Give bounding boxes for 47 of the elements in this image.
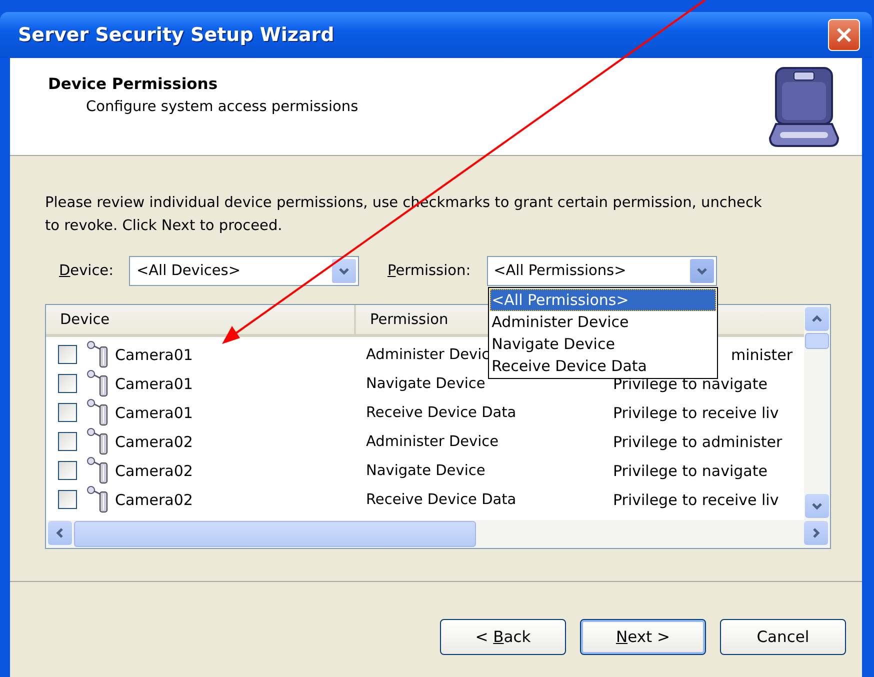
dropdown[interactable]: <All Devices> <box>129 256 360 286</box>
dropdown-option[interactable]: Navigate Device <box>490 333 716 355</box>
chevron-down-icon <box>338 266 350 276</box>
checkbox[interactable] <box>58 403 77 422</box>
description-cell: Privilege to administer <box>613 432 782 450</box>
wizard-button[interactable]: Cancel <box>720 618 846 654</box>
permission-cell-text: Navigate Device <box>365 462 486 478</box>
page-subtitle: Configure system access permissions <box>85 99 358 115</box>
scroll-thumb[interactable] <box>74 521 476 547</box>
permission-cell-text: Navigate Device <box>365 376 486 392</box>
permission-cell-text: Administer Device <box>365 434 500 450</box>
device-name: Camera02 <box>115 462 193 480</box>
filter-label: Permission: <box>387 263 471 279</box>
dropdown-option[interactable]: <All Permissions> <box>490 289 716 311</box>
device-name: Camera01 <box>115 404 193 422</box>
permission-cell-text: Receive Device Data <box>365 492 518 508</box>
checkbox[interactable] <box>58 374 77 393</box>
dropdown-option[interactable]: Receive Device Data <box>490 355 716 377</box>
description-cell: Privilege to navigate <box>613 462 768 480</box>
description-cell-text: minister <box>730 346 793 364</box>
vertical-scrollbar[interactable] <box>804 305 830 520</box>
device-name: Camera01 <box>115 374 193 392</box>
checkbox[interactable] <box>58 345 77 364</box>
page-title: Device Permissions <box>48 75 219 93</box>
dropdown-option[interactable]: Administer Device <box>490 311 716 333</box>
window-title: Server Security Setup Wizard <box>18 24 334 46</box>
scroll-thumb[interactable] <box>805 333 829 349</box>
device-name: Camera02 <box>115 432 193 450</box>
chevron-down-icon <box>696 266 708 276</box>
device-name: Camera02 <box>115 490 193 508</box>
checkbox[interactable] <box>58 461 77 480</box>
chevron-up-icon <box>811 315 823 323</box>
checkbox[interactable] <box>58 490 77 509</box>
close-button[interactable] <box>828 19 860 51</box>
filter-label: Device: <box>59 263 114 279</box>
checkbox[interactable] <box>58 432 77 451</box>
chevron-down-icon <box>811 502 823 510</box>
wizard-button[interactable]: Next > <box>580 618 706 654</box>
close-icon <box>834 25 854 45</box>
description-cell: Privilege to receive liv <box>613 490 779 508</box>
permission-cell-text: Receive Device Data <box>365 404 518 420</box>
chevron-right-icon <box>812 527 820 539</box>
wizard-button[interactable]: < Back <box>440 618 566 654</box>
description-cell: Privilege to receive liv <box>613 404 779 422</box>
chevron-left-icon <box>56 527 64 539</box>
device-name: Camera01 <box>115 346 193 364</box>
horizontal-scrollbar[interactable] <box>46 520 830 548</box>
